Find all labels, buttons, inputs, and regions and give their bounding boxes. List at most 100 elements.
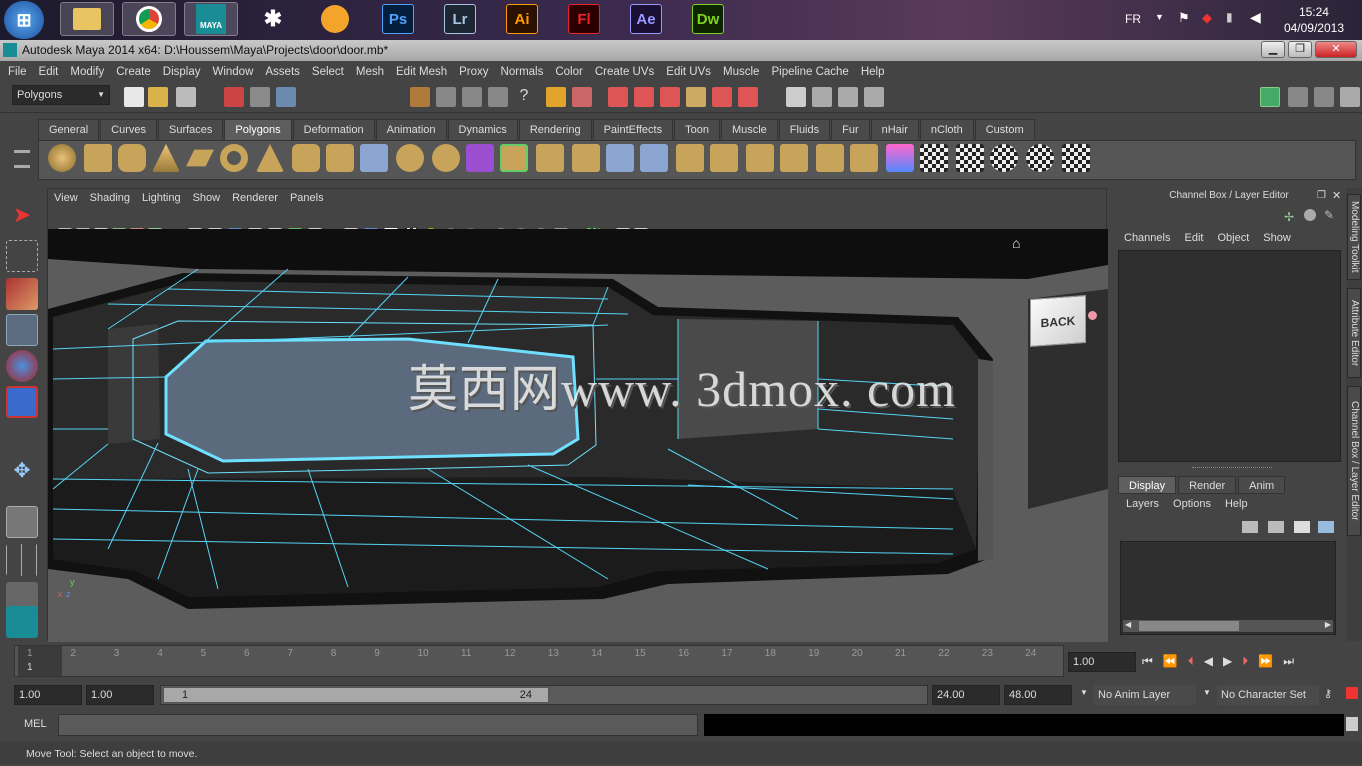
render-view-icon[interactable] [712,87,732,107]
layer-tab-display[interactable]: Display [1118,476,1177,494]
volume-icon[interactable]: ◀ [1250,9,1261,26]
clock[interactable]: 15:24 04/09/2013 [1284,4,1344,36]
anim-layer-dropdown[interactable]: No Anim Layer [1094,685,1196,705]
move-tool-icon[interactable] [6,314,38,346]
ipr-render-icon[interactable] [634,87,654,107]
shelf-tab-nhair[interactable]: nHair [870,119,919,140]
history-lock-icon[interactable] [546,87,566,107]
taskbar-explorer-button[interactable] [60,2,114,36]
shelf-tab-general[interactable]: General [38,119,100,140]
axis-icon[interactable]: ✢ [1284,210,1294,224]
antivirus-icon[interactable]: ◆ [1202,10,1212,26]
shelf-tab-muscle[interactable]: Muscle [720,119,778,140]
current-time-field[interactable]: 1.00 [1068,652,1136,672]
construction-history-icon[interactable] [572,87,592,107]
modeling-toolkit-icon[interactable] [1260,87,1280,107]
combine-icon[interactable] [360,144,388,172]
minimize-button[interactable]: ▁ [1261,41,1285,58]
start-button[interactable]: ⊞ [4,1,44,39]
shelf-tab-custom[interactable]: Custom [974,119,1035,140]
poly-cube-icon[interactable] [84,144,112,172]
anim-layer-chevron-icon[interactable]: ▼ [1080,688,1088,697]
shelf-tab-fluids[interactable]: Fluids [778,119,831,140]
taskbar-dreamweaver-button[interactable]: Dw [692,4,724,34]
modeling-toolkit-tab[interactable]: Modeling Toolkit [1347,194,1361,280]
time-slider[interactable]: 1 1 2 3 4 5 6 7 8 9 10 11 12 13 14 15 16 17 18 19 20 21 22 23 2… [14,645,1064,677]
scale-tool-icon[interactable] [6,386,38,418]
shelf-tab-surfaces[interactable]: Surfaces [157,119,224,140]
poly-pipe-icon[interactable] [292,144,320,172]
render-settings-icon[interactable] [660,87,680,107]
cb-menu-channels[interactable]: Channels [1124,232,1170,244]
start-time-field[interactable]: 1.00 [14,685,82,705]
play-forwards-icon[interactable]: ▶ [1223,654,1232,669]
layer-horizontal-scrollbar[interactable]: ◀ ▶ [1123,620,1333,632]
wedge-icon[interactable] [780,144,808,172]
command-input[interactable] [58,714,698,736]
smooth-icon[interactable] [466,144,494,172]
viewcube[interactable]: BACK [1030,295,1086,347]
scroll-right-icon[interactable]: ▶ [1325,620,1331,629]
step-forward-frame-icon[interactable]: ⏵ [1242,654,1248,669]
layer-list[interactable]: ◀ ▶ [1120,541,1336,635]
language-indicator[interactable]: FR [1125,12,1141,26]
shelf-tab-rendering[interactable]: Rendering [518,119,592,140]
select-tool-icon[interactable]: ➤ [6,202,38,234]
playback-end-field[interactable]: 24.00 [932,685,1000,705]
taskbar-chrome-button[interactable] [122,2,176,36]
character-set-chevron-icon[interactable]: ▼ [1203,688,1211,697]
render-sequence-icon[interactable] [786,87,806,107]
viewport-menu-lighting[interactable]: Lighting [142,189,181,207]
reduce-icon[interactable] [850,144,878,172]
lasso-tool-icon[interactable] [6,240,38,272]
menu-help[interactable]: Help [861,66,885,78]
select-by-component-icon[interactable] [276,87,296,107]
menu-normals[interactable]: Normals [501,66,544,78]
manipulator-icon[interactable] [1304,209,1316,221]
key-icon[interactable]: ⚷ [1324,687,1332,700]
go-to-end-icon[interactable]: ⏭ [1283,654,1294,669]
channel-box-layer-editor-tab[interactable]: Channel Box / Layer Editor [1347,386,1361,536]
uv-texture-editor-icon[interactable] [1062,144,1090,172]
poly-sphere-icon[interactable] [48,144,76,172]
poly-soccer-ball-icon[interactable] [326,144,354,172]
shelf-options-icon[interactable] [14,150,30,168]
perspective-viewport[interactable]: View Shading Lighting Show Renderer Pane… [47,188,1108,642]
menu-color[interactable]: Color [555,66,582,78]
taskbar-illustrator-button[interactable]: Ai [506,4,538,34]
taskbar-flash-button[interactable]: Fl [568,4,600,34]
attribute-editor-icon[interactable] [1288,87,1308,107]
viewport-menu-view[interactable]: View [54,189,78,207]
mel-label[interactable]: MEL [24,718,47,730]
extrude-icon[interactable] [500,144,528,172]
cb-menu-show[interactable]: Show [1263,232,1291,244]
bridge-icon[interactable] [536,144,564,172]
taskbar-maya-button[interactable]: MAYA [184,2,238,36]
shelf-tab-painteffects[interactable]: PaintEffects [592,119,674,140]
taskbar-photoshop-button[interactable]: Ps [382,4,414,34]
manipulator-tool-icon[interactable]: ✥ [6,458,38,490]
viewcube-dot-icon[interactable] [1088,311,1097,320]
open-scene-icon[interactable] [148,87,168,107]
separate-icon[interactable] [396,144,424,172]
paint-select-tool-icon[interactable] [6,278,38,310]
layer-menu-layers[interactable]: Layers [1126,498,1159,510]
bevel-icon[interactable] [746,144,774,172]
new-scene-icon[interactable] [124,87,144,107]
playback-start-field[interactable]: 1.00 [86,685,154,705]
channel-box-icon[interactable] [1340,87,1360,107]
shelf-tab-polygons[interactable]: Polygons [224,119,292,140]
taskbar-lightroom-button[interactable]: Lr [444,4,476,34]
network-icon[interactable]: ▮ [1226,10,1233,24]
layer-menu-help[interactable]: Help [1225,498,1248,510]
merge-vertex-icon[interactable] [710,144,738,172]
layer-menu-options[interactable]: Options [1173,498,1211,510]
select-by-object-icon[interactable] [250,87,270,107]
uv-spherical-mapping-icon[interactable] [990,144,1018,172]
uv-cylindrical-mapping-icon[interactable] [956,144,984,172]
panel-splitter[interactable] [1192,467,1272,470]
range-handle[interactable]: 1 24 [163,687,549,703]
menu-assets[interactable]: Assets [265,66,300,78]
shelf-tab-dynamics[interactable]: Dynamics [447,119,518,140]
menu-modify[interactable]: Modify [70,66,104,78]
